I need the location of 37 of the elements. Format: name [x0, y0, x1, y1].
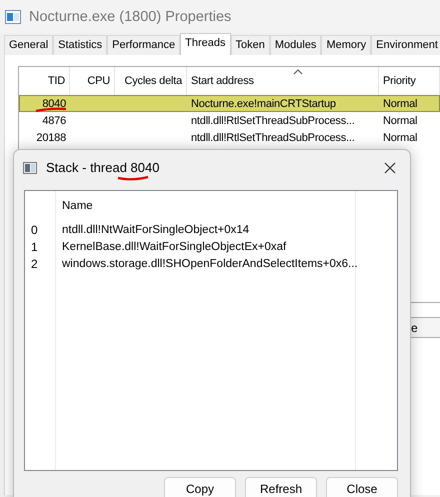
tab[interactable]: Performance	[107, 35, 180, 55]
underline-annotation	[34, 107, 68, 113]
column-header[interactable]: Name	[56, 191, 356, 221]
dialog-button[interactable]: Close	[326, 477, 398, 497]
tab[interactable]: Token	[230, 35, 270, 55]
table-cell: Normal	[383, 114, 418, 126]
tab[interactable]: Environment	[371, 35, 440, 55]
table-cell: 20188	[36, 132, 66, 144]
tab[interactable]: Modules	[270, 35, 322, 55]
dialog-title: Stack - thread 8040	[46, 160, 160, 176]
table-cell: Normal	[383, 98, 418, 110]
thread-row[interactable]: 4876 ntdll.dll!RtlSetThreadSubProcess... Normal	[19, 112, 440, 129]
table-cell: Nocturne.exe!mainCRTStartup	[191, 98, 336, 110]
table-cell: ntdll.dll!NtWaitForSingleObject+0x14	[62, 224, 250, 236]
app-window-icon	[5, 10, 21, 24]
close-icon[interactable]	[384, 162, 396, 174]
underline-annotation	[117, 175, 149, 181]
window-title: Nocturne.exe (1800) Properties	[29, 8, 232, 24]
thread-row[interactable]: 20188 ntdll.dll!RtlSetThreadSubProcess... Normal	[19, 129, 440, 146]
dialog-button[interactable]: Copy	[164, 477, 236, 497]
tab[interactable]: Memory	[321, 35, 372, 55]
table-cell: ntdll.dll!RtlSetThreadSubProcess...	[191, 132, 355, 144]
tab[interactable]: Statistics	[53, 35, 108, 55]
table-cell: 1	[31, 240, 38, 254]
table-cell: Normal	[383, 132, 418, 144]
table-cell: KernelBase.dll!WaitForSingleObjectEx+0xaf	[62, 240, 286, 252]
table-cell: ntdll.dll!RtlSetThreadSubProcess...	[191, 114, 355, 126]
table-cell: 4876	[42, 114, 66, 126]
thread-row[interactable]: 8040 Nocturne.exe!mainCRTStartup Normal	[19, 95, 440, 112]
table-cell: 8040	[42, 98, 66, 110]
tab[interactable]: Threads	[180, 33, 230, 55]
window-icon	[23, 162, 37, 174]
table-cell: 0	[31, 222, 38, 236]
table-cell: windows.storage.dll!SHOpenFolderAndSelectItems+0x6...	[62, 258, 358, 270]
table-cell: 2	[31, 256, 38, 270]
tab[interactable]: General	[4, 35, 54, 55]
dialog-button[interactable]: Refresh	[245, 477, 317, 497]
